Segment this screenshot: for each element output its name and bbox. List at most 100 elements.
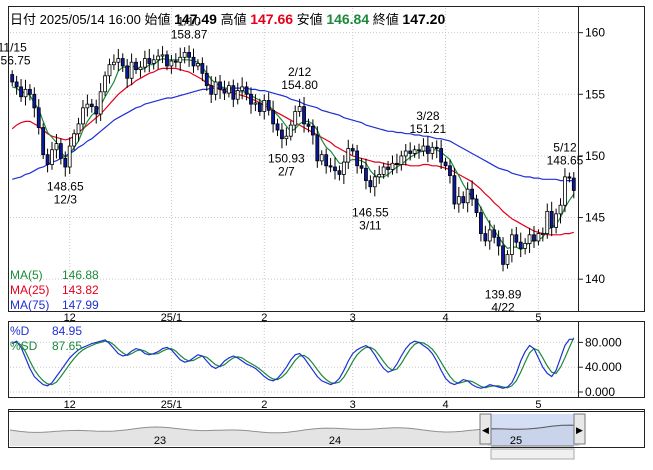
price-tick-label: 160 (585, 26, 605, 40)
candle-body (456, 196, 461, 205)
candle-body (417, 149, 421, 152)
candle-body (509, 234, 514, 255)
candle-body (434, 146, 439, 149)
candle-body (156, 55, 161, 61)
candle-body (218, 81, 222, 90)
candle-body (315, 134, 320, 162)
low-value: 146.84 (326, 11, 370, 27)
candle-body (479, 212, 483, 234)
candle-body (518, 241, 523, 249)
navigator-year-label: 25 (510, 435, 522, 447)
candle-body (72, 133, 77, 147)
candle-body (142, 58, 147, 68)
annotation-date: 5/12 (553, 141, 577, 155)
candle-body (266, 100, 271, 111)
candle-body (297, 106, 302, 112)
stoch-tick-label: 80.000 (585, 335, 622, 349)
candle-body (505, 254, 510, 265)
candle-body (430, 146, 435, 154)
candle-body (465, 188, 470, 204)
price-tick-label: 155 (585, 87, 605, 101)
candle-body (390, 162, 395, 170)
candle-body (138, 66, 143, 71)
candle-body (107, 64, 112, 77)
legend-pctSD: %SD 87.65 (10, 339, 82, 353)
candle-body (58, 143, 63, 159)
candle-body (448, 165, 452, 177)
candle-body (249, 93, 253, 105)
legend-pctD: %D 84.95 (10, 324, 82, 338)
annotation-date: 2/7 (278, 164, 295, 178)
legend-ma25-value: 143.82 (62, 283, 99, 297)
candle-body (359, 165, 364, 169)
candle-body (341, 161, 346, 175)
annotation-value: 148.65 (547, 154, 584, 168)
candle-body (461, 196, 466, 204)
candle-body (571, 177, 576, 191)
legend-ma5: MA(5) 146.88 (10, 268, 99, 282)
candle-body (567, 176, 572, 179)
navigator-handle-arrow: ◀ (482, 425, 489, 435)
candle-body (439, 148, 444, 163)
time-tick-label: 5 (535, 312, 541, 324)
candle-body (50, 149, 54, 165)
stoch-tick-label: 0.000 (585, 385, 615, 399)
candle-body (399, 155, 404, 165)
open-value: 147.49 (174, 11, 217, 27)
candle-body (501, 245, 505, 265)
high-value: 147.66 (250, 11, 294, 27)
navigator-year-label: 24 (329, 435, 341, 447)
candle-body (231, 85, 236, 100)
candle-body (103, 75, 107, 93)
high-label: 高値 (220, 12, 247, 27)
candle-body (222, 88, 227, 94)
candle-body (134, 61, 138, 71)
stoch-tick-label: 40.000 (585, 360, 622, 374)
candle-body (76, 123, 81, 135)
stoch-time-tick-label: 3 (350, 399, 356, 411)
candle-body (483, 233, 488, 242)
candle-body (45, 154, 50, 165)
candle-body (187, 51, 191, 58)
candle-body (386, 166, 390, 170)
open-label: 始値 (144, 12, 171, 27)
navigator-handle[interactable]: ▶ (573, 413, 586, 445)
annotation-date: 11/15 (0, 41, 27, 55)
navigator-handle[interactable]: ◀ (479, 413, 492, 445)
candle-body (474, 198, 479, 214)
annotation-date: 3/11 (359, 218, 382, 232)
annotation-value: 156.75 (0, 54, 31, 68)
candle-body (213, 81, 218, 95)
candle-body (536, 233, 541, 242)
candle-body (178, 56, 183, 63)
candle-body (368, 180, 373, 188)
close-value: 147.20 (402, 11, 446, 27)
candle-body (492, 229, 497, 238)
candle-body (487, 229, 492, 242)
candle-body (147, 58, 152, 64)
candle-body (364, 167, 368, 181)
candle-body (160, 54, 165, 57)
stoch-time-tick-label: 25/1 (161, 399, 182, 411)
candle-body (196, 63, 200, 67)
candle-body (165, 54, 169, 67)
candle-body (293, 111, 298, 126)
candle-body (443, 161, 448, 167)
candle-body (67, 145, 72, 168)
candle-body (523, 243, 528, 249)
candle-body (328, 165, 333, 168)
candle-body (10, 74, 15, 83)
candle-body (253, 102, 258, 105)
time-tick-label: 2 (261, 312, 267, 324)
candle-body (563, 176, 567, 206)
stochastics-panel-frame (8, 321, 645, 398)
candle-body (540, 233, 545, 235)
legend-pctD-value: 84.95 (52, 324, 83, 338)
candle-body (549, 210, 554, 228)
candle-body (310, 125, 315, 136)
annotation-value: 146.55 (352, 205, 389, 219)
candle-body (271, 109, 276, 125)
candle-body (527, 234, 532, 244)
candle-body (333, 166, 337, 172)
candle-body (275, 123, 280, 131)
